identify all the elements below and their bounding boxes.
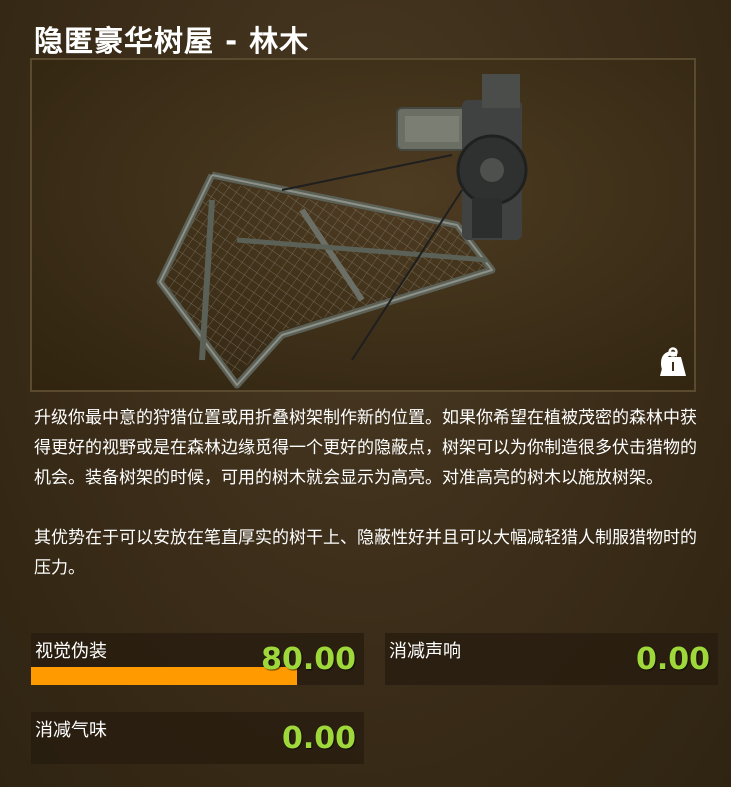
weight-indicator: 6 (659, 347, 687, 382)
description-paragraph-1: 升级你最中意的狩猎位置或用折叠树架制作新的位置。如果你希望在植被茂密的森林中获得… (34, 408, 697, 488)
stat-value: 0.00 (281, 721, 356, 756)
stat-scent-reduction: 消减气味 0.00 (31, 712, 364, 764)
item-title: 隐匿豪华树屋 - 林木 (34, 24, 310, 58)
stat-value: 80.00 (261, 642, 356, 677)
tree-stand-illustration (156, 74, 528, 389)
stat-label: 消减声响 (389, 641, 461, 662)
description-paragraph-2: 其优势在于可以安放在笔直厚实的树干上、隐蔽性好并且可以大幅减轻猎人制服猎物时的压… (34, 528, 697, 578)
stat-visual-camouflage: 视觉伪装 80.00 (31, 633, 364, 685)
stat-label: 消减气味 (35, 720, 107, 741)
stat-value: 0.00 (635, 642, 710, 677)
stat-bar-fill (31, 667, 298, 685)
item-description: 升级你最中意的狩猎位置或用折叠树架制作新的位置。如果你希望在植被茂密的森林中获得… (34, 403, 704, 583)
stat-label: 视觉伪装 (35, 641, 107, 662)
item-preview-image: 6 (30, 58, 696, 392)
stat-noise-reduction: 消减声响 0.00 (385, 633, 718, 685)
